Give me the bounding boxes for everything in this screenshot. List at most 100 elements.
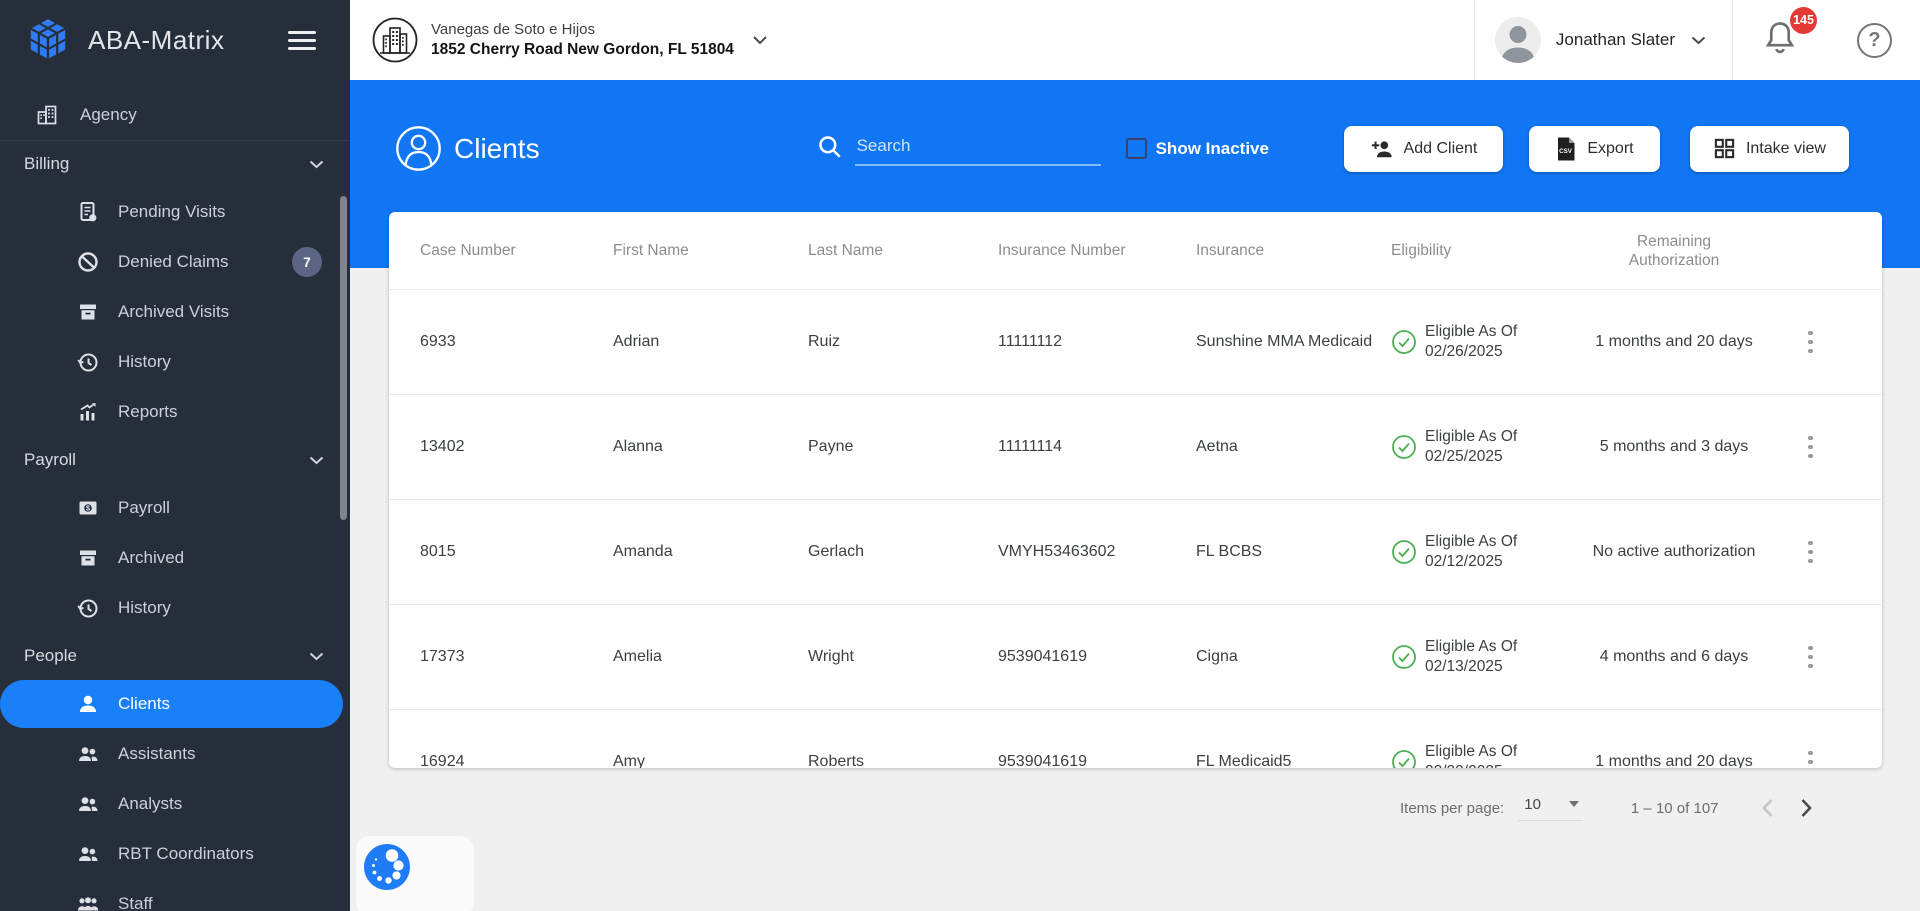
cell-insurance: Sunshine MMA Medicaid xyxy=(1196,333,1373,350)
payroll-icon: $ xyxy=(79,501,97,515)
chat-widget-button[interactable] xyxy=(363,843,411,891)
eligibility-status: Eligible As Of xyxy=(1425,533,1518,550)
sidebar-item-label: Clients xyxy=(118,694,170,713)
cell-first-name: Amy xyxy=(613,753,645,768)
chevron-down-icon xyxy=(1691,36,1706,44)
sidebar-item-label: Archived Visits xyxy=(118,302,230,321)
history-icon xyxy=(77,599,98,618)
cell-remaining-authorization: 1 months and 20 days xyxy=(1595,753,1753,768)
next-page-icon[interactable] xyxy=(1800,798,1813,818)
column-header-insurance: Insurance xyxy=(1196,241,1265,259)
menu-icon[interactable] xyxy=(288,26,316,55)
column-header-case-number: Case Number xyxy=(420,241,516,259)
sidebar-item-pending-visits[interactable]: Pending Visits xyxy=(0,187,350,237)
intake-view-button[interactable]: Intake view xyxy=(1689,125,1849,172)
cell-insurance: FL Medicaid5 xyxy=(1196,753,1292,768)
add-client-button[interactable]: Add Client xyxy=(1343,125,1503,172)
avatar xyxy=(1494,17,1541,63)
cell-remaining-authorization: 1 months and 20 days xyxy=(1595,333,1753,350)
row-menu-kebab-icon[interactable] xyxy=(1798,432,1824,462)
table-row[interactable]: 8015 Amanda Gerlach VMYH53463602 FL BCBS… xyxy=(389,500,1882,605)
show-inactive-toggle[interactable]: Show Inactive xyxy=(1125,138,1269,159)
cell-remaining-authorization: 5 months and 3 days xyxy=(1599,438,1749,455)
cell-remaining-authorization: No active authorization xyxy=(1592,543,1756,560)
chevron-down-icon xyxy=(753,36,767,45)
question-mark-icon: ? xyxy=(1857,22,1892,58)
eligibility-status: Eligible As Of xyxy=(1425,743,1518,760)
table-row[interactable]: 16924 Amy Roberts 9539041619 FL Medicaid… xyxy=(389,710,1882,768)
person-add-icon xyxy=(1371,140,1392,157)
sidebar-item-payroll[interactable]: $ Payroll xyxy=(0,483,350,533)
eligibility-status: Eligible As Of xyxy=(1425,428,1518,445)
help-button[interactable]: ? xyxy=(1831,22,1920,58)
sidebar-section-people[interactable]: People xyxy=(0,633,350,679)
previous-page-icon[interactable] xyxy=(1761,798,1774,818)
items-per-page-label: Items per page: xyxy=(1400,799,1505,817)
row-menu-kebab-icon[interactable] xyxy=(1798,537,1824,567)
row-menu-kebab-icon[interactable] xyxy=(1798,747,1824,768)
sidebar-item-billing-history[interactable]: History xyxy=(0,337,350,387)
sidebar-item-payroll-archived[interactable]: Archived xyxy=(0,533,350,583)
add-client-label: Add Client xyxy=(1403,139,1478,157)
sidebar-logo-row: ABA-Matrix xyxy=(0,0,350,80)
sidebar-item-rbt-coordinators[interactable]: RBT Coordinators xyxy=(0,829,350,879)
sidebar-item-label: History xyxy=(118,352,171,371)
page-title: Clients xyxy=(454,132,540,164)
notifications-button[interactable]: 145 xyxy=(1733,6,1831,62)
notification-count-badge: 145 xyxy=(1790,6,1817,34)
export-button[interactable]: CSV Export xyxy=(1528,125,1660,172)
column-header-eligibility: Eligibility xyxy=(1391,241,1452,259)
sidebar-item-denied-claims[interactable]: Denied Claims 7 xyxy=(0,237,350,287)
row-menu-kebab-icon[interactable] xyxy=(1798,642,1824,672)
table-row[interactable]: 6933 Adrian Ruiz 11111112 Sunshine MMA M… xyxy=(389,290,1882,395)
company-name: Vanegas de Soto e Hijos xyxy=(431,21,595,38)
sidebar-item-label: RBT Coordinators xyxy=(118,844,254,863)
show-inactive-checkbox[interactable] xyxy=(1125,138,1147,159)
sidebar-item-label: Pending Visits xyxy=(118,202,226,221)
eligibility-date: 02/20/2025 xyxy=(1425,762,1517,768)
sidebar-item-clients[interactable]: Clients xyxy=(0,680,343,728)
cell-insurance: Cigna xyxy=(1196,648,1238,665)
cell-case-number: 16924 xyxy=(420,753,465,768)
cell-last-name: Gerlach xyxy=(808,543,865,560)
archive-icon xyxy=(80,304,96,320)
sidebar-section-payroll[interactable]: Payroll xyxy=(0,437,350,483)
company-selector[interactable]: Vanegas de Soto e Hijos 1852 Cherry Road… xyxy=(371,16,768,64)
eligibility-date: 02/12/2025 xyxy=(1425,553,1503,570)
sidebar-item-analysts[interactable]: Analysts xyxy=(0,779,350,829)
table-row[interactable]: 17373 Amelia Wright 9539041619 Cigna Eli… xyxy=(389,605,1882,710)
sidebar-item-agency[interactable]: Agency xyxy=(0,90,350,140)
search-input[interactable] xyxy=(854,131,1101,166)
user-menu[interactable]: Jonathan Slater xyxy=(1475,17,1732,63)
paginator: Items per page: 10 1 – 10 of 107 xyxy=(1400,783,1813,833)
sidebar-nav: Agency Billing Pending Visits Denied Cla… xyxy=(0,80,350,911)
cell-eligibility: Eligible As Of 02/25/2025 xyxy=(1391,427,1579,467)
eligibility-date: 02/25/2025 xyxy=(1425,448,1503,465)
sidebar-item-archived-visits[interactable]: Archived Visits xyxy=(0,287,350,337)
sidebar-item-reports[interactable]: Reports xyxy=(0,387,350,437)
eligibility-status: Eligible As Of xyxy=(1425,323,1518,340)
history-icon xyxy=(77,353,98,372)
sidebar-item-staff[interactable]: Staff xyxy=(0,879,350,911)
cell-case-number: 17373 xyxy=(420,648,465,665)
table-row[interactable]: 13402 Alanna Payne 11111114 Aetna Eligib… xyxy=(389,395,1882,500)
items-per-page-select[interactable]: 10 xyxy=(1518,796,1583,821)
sidebar-item-payroll-history[interactable]: History xyxy=(0,583,350,633)
avatar-silhouette-icon xyxy=(1500,26,1535,63)
section-label: Payroll xyxy=(24,450,76,469)
column-header-first-name: First Name xyxy=(613,241,689,259)
column-header-last-name: Last Name xyxy=(808,241,883,259)
people-group-icon xyxy=(78,897,99,911)
grid-view-icon xyxy=(1714,138,1735,159)
csv-file-icon: CSV xyxy=(1558,137,1575,160)
sidebar-section-billing[interactable]: Billing xyxy=(0,141,350,187)
sidebar-item-assistants[interactable]: Assistants xyxy=(0,729,350,779)
sidebar-item-label: Payroll xyxy=(118,498,170,517)
cell-case-number: 8015 xyxy=(420,543,456,560)
person-icon xyxy=(80,695,96,712)
sidebar-scrollbar[interactable] xyxy=(340,196,347,520)
eligibility-date: 02/13/2025 xyxy=(1425,658,1503,675)
chevron-down-icon xyxy=(309,456,324,464)
row-menu-kebab-icon[interactable] xyxy=(1798,327,1824,357)
user-name: Jonathan Slater xyxy=(1555,30,1675,49)
